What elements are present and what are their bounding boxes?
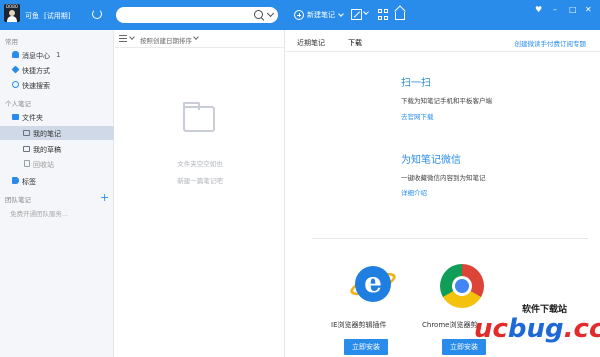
search-icon — [12, 81, 19, 88]
team-service-hint[interactable]: 免费开通团队服务... — [10, 208, 68, 218]
list-menu-icon[interactable] — [119, 35, 127, 42]
wechat-details-link[interactable]: 详细介绍 — [401, 187, 427, 197]
new-note-label: 新建笔记 — [307, 11, 335, 19]
minimize-button[interactable]: – — [553, 5, 557, 14]
sort-dropdown[interactable]: 按照创建日期排序 — [140, 35, 192, 45]
expand-icon[interactable] — [351, 9, 362, 20]
top-bar: DOBO 可鱼 [试用期] 新建笔记 ♥ – □ ✕ — [0, 0, 600, 30]
folder-outline-icon — [23, 146, 30, 152]
scan-title: 扫一扫 — [401, 78, 431, 89]
new-note-button[interactable]: 新建笔记 — [294, 8, 344, 22]
sidebar-item-folders[interactable]: 文件夹 — [0, 110, 114, 124]
empty-message: 文件夹空空如也 — [177, 160, 223, 168]
section-personal-title: 个人笔记 — [5, 100, 31, 108]
grid-view-icon[interactable] — [378, 9, 389, 20]
maximize-button[interactable]: □ — [569, 5, 577, 14]
empty-hint: 新建一篇笔记吧 — [177, 177, 223, 185]
sidebar-item-quick-search[interactable]: 快速搜索 — [0, 78, 114, 92]
chevron-down-icon[interactable] — [338, 10, 344, 17]
create-subscription-link[interactable]: 创建微读手付费订阅专题 — [515, 38, 587, 48]
chevron-down-icon[interactable] — [193, 34, 199, 40]
wechat-description: 一键收藏微信内容到为知笔记 — [401, 174, 486, 182]
sidebar-item-messages[interactable]: 消息中心 1 — [0, 48, 114, 62]
section-common-title: 常用 — [5, 38, 18, 46]
sidebar: 常用 消息中心 1 快捷方式 快速搜索 个人笔记 文件夹 我的笔记 我的草稿 回… — [0, 30, 114, 357]
sidebar-item-label: 回收站 — [33, 161, 54, 169]
sync-icon[interactable] — [92, 9, 102, 19]
tab-recent-notes[interactable]: 近期笔记 — [297, 38, 325, 48]
sidebar-item-label: 文件夹 — [22, 114, 43, 122]
sidebar-item-label: 快捷方式 — [22, 67, 50, 75]
close-button[interactable]: ✕ — [585, 5, 592, 14]
sidebar-item-label: 快速搜索 — [22, 82, 50, 90]
site-watermark: 软件下载站 ucbug.cc — [474, 300, 600, 357]
note-list: 按照创建日期排序 文件夹空空如也 新建一篇笔记吧 — [115, 30, 285, 357]
scan-description: 下载为知笔记手机和平板客户端 — [401, 97, 492, 105]
sidebar-item-shortcuts[interactable]: 快捷方式 — [0, 63, 114, 77]
sidebar-item-label: 我的草稿 — [33, 146, 61, 154]
sidebar-item-my-drafts[interactable]: 我的草稿 — [0, 142, 114, 156]
avatar-caption: DOBO — [5, 4, 19, 9]
avatar[interactable]: DOBO — [4, 4, 20, 22]
sidebar-item-tags[interactable]: 标签 — [0, 174, 114, 188]
tag-icon — [12, 177, 19, 184]
sidebar-item-label: 标签 — [22, 178, 36, 186]
plugin-name: IE浏览器剪辑插件 — [331, 321, 387, 329]
watermark-logo: ucbug.cc — [474, 314, 600, 344]
folder-outline-icon — [23, 130, 30, 136]
expand-chevron-icon[interactable] — [363, 9, 369, 15]
download-site-link[interactable]: 去官网下载 — [401, 111, 434, 121]
empty-folder-icon — [183, 102, 215, 132]
trash-icon — [24, 160, 30, 167]
install-ie-plugin-button[interactable]: 立即安装 — [344, 339, 388, 355]
plus-circle-icon — [294, 10, 304, 20]
search-input[interactable] — [124, 9, 248, 21]
username[interactable]: 可鱼 — [25, 11, 39, 21]
link-icon — [11, 65, 20, 74]
home-icon[interactable] — [395, 12, 405, 20]
tab-download[interactable]: 下载 — [348, 38, 362, 48]
add-team-button[interactable]: + — [100, 192, 109, 203]
sidebar-item-my-notes[interactable]: 我的笔记 — [0, 126, 114, 140]
divider — [312, 238, 588, 239]
ie-logo-icon: e — [347, 262, 399, 306]
sidebar-item-label: 消息中心 — [22, 52, 50, 60]
chevron-down-icon[interactable] — [129, 34, 135, 40]
message-count-badge: 1 — [56, 51, 61, 59]
trial-badge[interactable]: [试用期] — [44, 11, 70, 21]
bell-icon — [12, 51, 19, 58]
sidebar-item-label: 我的笔记 — [33, 130, 61, 138]
wechat-title: 为知笔记微信 — [401, 155, 461, 166]
favorite-icon[interactable]: ♥ — [535, 5, 542, 14]
sidebar-item-trash[interactable]: 回收站 — [0, 157, 114, 171]
folder-icon — [12, 114, 19, 120]
note-list-toolbar: 按照创建日期排序 — [115, 30, 285, 48]
ie-plugin-card: e IE浏览器剪辑插件 立即安装 — [329, 262, 409, 357]
search-icon[interactable] — [254, 10, 263, 19]
section-team-title: 团队笔记 — [5, 196, 31, 204]
main-tabs: 近期笔记 下载 创建微读手付费订阅专题 — [286, 30, 600, 52]
